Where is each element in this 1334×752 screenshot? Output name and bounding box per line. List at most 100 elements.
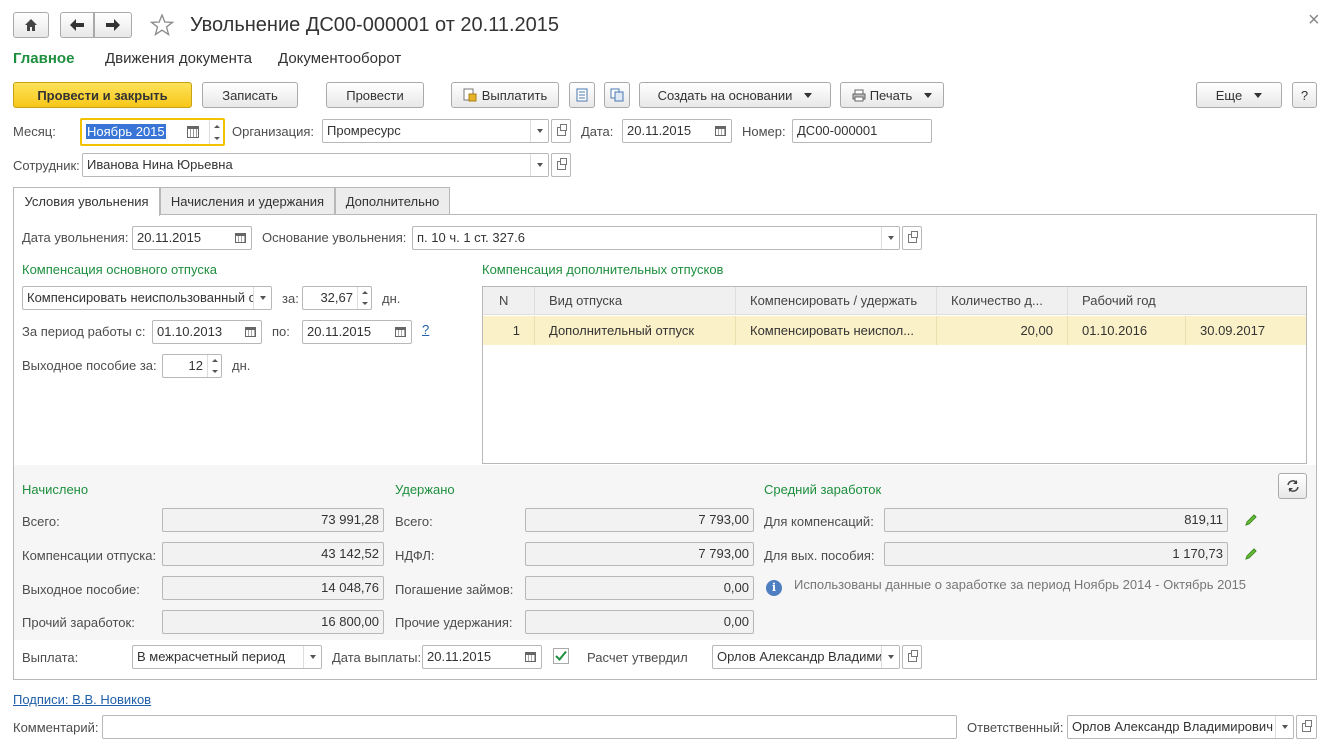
period-from-field[interactable]: 01.10.2013	[152, 320, 262, 344]
nav-main[interactable]: Главное	[13, 50, 74, 67]
calendar-icon[interactable]	[242, 324, 258, 340]
chevron-down-icon[interactable]	[530, 154, 548, 176]
forward-button[interactable]	[94, 12, 132, 38]
days-stepper[interactable]: 32,67	[302, 286, 372, 310]
org-open-button[interactable]	[551, 119, 571, 143]
calendar-icon[interactable]	[187, 126, 199, 138]
column-header-vacation-type[interactable]: Вид отпуска	[535, 287, 736, 315]
comment-input[interactable]	[102, 715, 957, 739]
withheld-ndfl-label: НДФЛ:	[395, 548, 435, 563]
structure-button[interactable]	[569, 82, 595, 108]
table-row-quantity[interactable]: 20,00	[937, 316, 1068, 345]
favorite-star-icon[interactable]	[150, 14, 174, 36]
tab-accruals-deductions[interactable]: Начисления и удержания	[160, 187, 335, 215]
calendar-icon[interactable]	[392, 324, 408, 340]
period-to-field[interactable]: 20.11.2015	[302, 320, 412, 344]
edit-pencil-icon[interactable]	[1244, 513, 1258, 527]
related-docs-button[interactable]	[604, 82, 630, 108]
table-row-year-to[interactable]: 30.09.2017	[1186, 316, 1306, 345]
nav-docflow[interactable]: Документооборот	[278, 50, 401, 67]
severance-stepper[interactable]: 12	[162, 354, 222, 378]
arrow-left-icon	[70, 19, 84, 31]
table-row-year-from[interactable]: 01.10.2016	[1068, 316, 1186, 345]
chevron-down-icon[interactable]	[881, 227, 899, 249]
month-value: Ноябрь 2015	[86, 124, 166, 139]
responsible-value: Орлов Александр Владимирович	[1072, 719, 1273, 734]
refresh-icon	[1286, 480, 1299, 492]
page-title: Увольнение ДС00-000001 от 20.11.2015	[190, 14, 560, 36]
withheld-other-value: 0,00	[525, 610, 754, 634]
month-field[interactable]: Ноябрь 2015	[80, 118, 225, 146]
column-header-mode[interactable]: Компенсировать / удержать	[736, 287, 937, 315]
org-value: Промресурс	[327, 123, 401, 138]
column-header-work-year[interactable]: Рабочий год	[1068, 287, 1306, 315]
nav-movements[interactable]: Движения документа	[105, 50, 252, 67]
table-row-type[interactable]: Дополнительный отпуск	[535, 316, 736, 345]
create-based-on-button[interactable]: Создать на основании	[639, 82, 831, 108]
pay-button[interactable]: Выплатить	[451, 82, 559, 108]
approved-by-open-button[interactable]	[902, 645, 922, 669]
accrued-severance-value: 14 048,76	[162, 576, 384, 600]
responsible-field[interactable]: Орлов Александр Владимирович	[1067, 715, 1294, 739]
more-button-label: Еще	[1215, 87, 1243, 103]
tab-additional[interactable]: Дополнительно	[335, 187, 450, 215]
employee-open-button[interactable]	[551, 153, 571, 177]
period-to-label: по:	[272, 324, 290, 339]
number-value: ДС00-000001	[797, 123, 878, 138]
employee-field[interactable]: Иванова Нина Юрьевна	[82, 153, 549, 177]
back-button[interactable]	[60, 12, 94, 38]
employee-value: Иванова Нина Юрьевна	[87, 157, 233, 172]
month-stepper[interactable]	[209, 120, 223, 144]
approved-by-field[interactable]: Орлов Александр Владими	[712, 645, 900, 669]
approved-by-value: Орлов Александр Владими	[717, 649, 883, 664]
number-field[interactable]: ДС00-000001	[792, 119, 932, 143]
open-icon	[907, 649, 918, 662]
chevron-down-icon[interactable]	[1275, 716, 1293, 738]
payment-date-label: Дата выплаты:	[332, 650, 422, 665]
date-field[interactable]: 20.11.2015	[622, 119, 732, 143]
payment-date-field[interactable]: 20.11.2015	[422, 645, 542, 669]
more-button[interactable]: Еще	[1196, 82, 1282, 108]
average-comp-value: 819,11	[884, 508, 1228, 532]
calendar-icon[interactable]	[522, 649, 538, 665]
table-row-mode[interactable]: Компенсировать неиспол...	[736, 316, 937, 345]
chevron-down-icon[interactable]	[530, 120, 548, 142]
close-icon[interactable]: ×	[1308, 10, 1320, 30]
post-and-close-button[interactable]: Провести и закрыть	[13, 82, 192, 108]
compensation-mode-select[interactable]: Компенсировать неиспользованный о	[22, 286, 272, 310]
dismissal-date-field[interactable]: 20.11.2015	[132, 226, 252, 250]
period-to-value: 20.11.2015	[307, 324, 372, 339]
reason-field[interactable]: п. 10 ч. 1 ст. 327.6	[412, 226, 900, 250]
withheld-title: Удержано	[395, 482, 455, 497]
average-sev-value: 1 170,73	[884, 542, 1228, 566]
calendar-icon[interactable]	[232, 230, 248, 246]
payment-select[interactable]: В межрасчетный период	[132, 645, 322, 669]
chevron-down-icon[interactable]	[253, 287, 271, 309]
tab-dismissal-conditions[interactable]: Условия увольнения	[13, 187, 160, 216]
average-comp-label: Для компенсаций:	[764, 514, 874, 529]
refresh-button[interactable]	[1278, 473, 1307, 499]
chevron-down-icon[interactable]	[303, 646, 321, 668]
column-header-quantity[interactable]: Количество д...	[937, 287, 1068, 315]
severance-label: Выходное пособие за:	[22, 358, 157, 373]
home-button[interactable]	[13, 12, 49, 38]
withheld-ndfl-value: 7 793,00	[525, 542, 754, 566]
calendar-icon[interactable]	[712, 123, 728, 139]
severance-unit: дн.	[232, 358, 251, 373]
responsible-open-button[interactable]	[1296, 715, 1317, 739]
reason-open-button[interactable]	[902, 226, 922, 250]
help-button[interactable]: ?	[1292, 82, 1317, 108]
org-field[interactable]: Промресурс	[322, 119, 549, 143]
signatures-link[interactable]: Подписи: В.В. Новиков	[13, 692, 151, 707]
approved-checkbox[interactable]	[553, 648, 569, 664]
print-button[interactable]: Печать	[840, 82, 944, 108]
post-button[interactable]: Провести	[326, 82, 424, 108]
period-from-value: 01.10.2013	[157, 324, 223, 339]
table-row-n[interactable]: 1	[483, 316, 535, 345]
save-button[interactable]: Записать	[202, 82, 298, 108]
main-compensation-title: Компенсация основного отпуска	[22, 262, 218, 277]
column-header-n[interactable]: N	[483, 287, 535, 315]
edit-pencil-icon[interactable]	[1244, 547, 1258, 561]
chevron-down-icon[interactable]	[881, 646, 899, 668]
help-link[interactable]: ?	[422, 322, 429, 337]
